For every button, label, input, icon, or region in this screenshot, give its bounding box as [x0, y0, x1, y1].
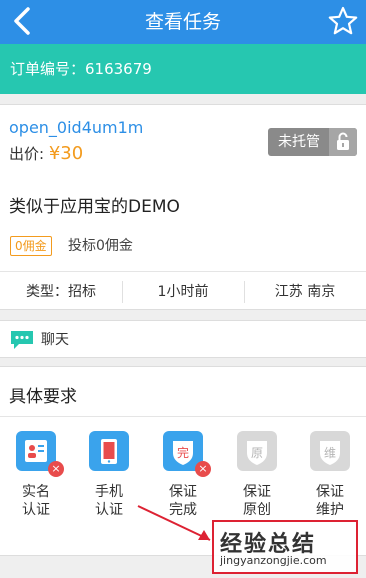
price-value: ¥30 — [48, 143, 84, 164]
divider — [0, 416, 366, 417]
task-card: open_0id4um1m 出价: ¥30 未托管 类似于应用宝的DEMO 0佣… — [0, 104, 366, 310]
not-met-icon: × — [48, 461, 64, 477]
price-label: 出价: — [9, 145, 49, 163]
svg-text:维: 维 — [324, 446, 336, 460]
requirement-label: 保证 原创 — [243, 484, 271, 518]
watermark-logo: 经验总结 jingyanzongjie.com — [212, 520, 358, 574]
chat-label: 聊天 — [41, 332, 69, 348]
original-icon: 原 — [237, 431, 277, 471]
trust-status-label: 未托管 — [278, 134, 320, 150]
requirement-maintenance[interactable]: 维 保证 维护 — [298, 427, 362, 527]
nav-bar: 查看任务 — [0, 0, 366, 44]
svg-text:完: 完 — [177, 445, 189, 460]
task-type: 类型：招标 — [26, 284, 96, 300]
requirement-label: 保证 维护 — [316, 484, 344, 518]
annotation-arrow — [137, 505, 211, 541]
requirement-label: 实名 认证 — [22, 484, 50, 518]
requirement-original[interactable]: 原 保证 原创 — [225, 427, 289, 527]
lock-icon — [329, 128, 357, 156]
chat-icon — [11, 331, 33, 349]
order-number: 订单编号：6163679 — [10, 60, 152, 78]
trust-status-button[interactable]: 未托管 — [268, 128, 357, 156]
requirement-real-name[interactable]: × 实名 认证 — [4, 427, 68, 527]
star-icon[interactable] — [328, 6, 358, 36]
price-row: 出价: ¥30 — [9, 143, 83, 164]
user-name-link[interactable]: open_0id4um1m — [9, 118, 143, 137]
task-location: 江苏 南京 — [274, 284, 336, 300]
svg-text:原: 原 — [251, 446, 263, 460]
chat-row[interactable]: 聊天 — [0, 320, 366, 358]
page-title: 查看任务 — [144, 11, 221, 33]
commission-text: 投标0佣金 — [68, 238, 133, 254]
maintenance-icon: 维 — [310, 431, 350, 471]
order-bar: 订单编号：6163679 — [0, 44, 366, 94]
watermark-sub-text: jingyanzongjie.com — [220, 554, 327, 567]
requirements-title: 具体要求 — [9, 387, 77, 407]
task-time: 1小时前 — [157, 284, 209, 300]
not-met-icon: × — [195, 461, 211, 477]
commission-badge: 0佣金 — [10, 236, 52, 256]
task-meta-row: 类型：招标 1小时前 江苏 南京 — [0, 271, 366, 311]
task-title: 类似于应用宝的DEMO — [9, 197, 180, 217]
phone-icon — [89, 431, 129, 471]
